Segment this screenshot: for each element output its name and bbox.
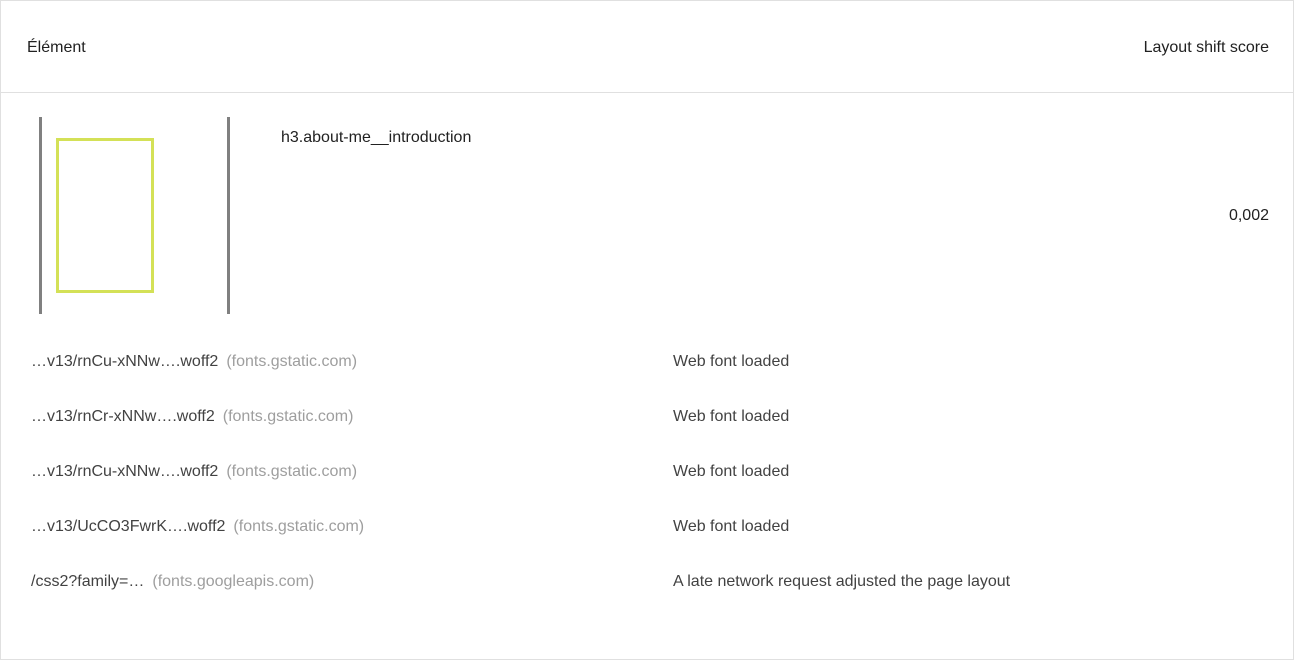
table-row: …v13/UcCO3FwrK….woff2 (fonts.gstatic.com)… xyxy=(31,518,1271,540)
resource-url-link[interactable]: …v13/rnCr-xNNw….woff2 xyxy=(31,408,215,425)
resource-host: (fonts.gstatic.com) xyxy=(233,518,365,535)
node-selector-label[interactable]: h3.about-me__introduction xyxy=(281,129,471,147)
shift-reason: Web font loaded xyxy=(673,408,790,425)
shift-reason: Web font loaded xyxy=(673,518,790,535)
resource-url-link[interactable]: /css2?family=… xyxy=(31,573,144,590)
resource-host: (fonts.googleapis.com) xyxy=(152,573,315,590)
element-screenshot-thumbnail xyxy=(39,117,230,314)
resource-host: (fonts.gstatic.com) xyxy=(226,353,358,370)
resource-url-link[interactable]: …v13/rnCu-xNNw….woff2 xyxy=(31,463,218,480)
resource-url-link[interactable]: …v13/rnCu-xNNw….woff2 xyxy=(31,353,218,370)
table-row: …v13/rnCr-xNNw….woff2 (fonts.gstatic.com)… xyxy=(31,408,1271,430)
column-header-score: Layout shift score xyxy=(1143,39,1269,56)
shift-highlight-box xyxy=(56,138,154,293)
table-row: …v13/rnCu-xNNw….woff2 (fonts.gstatic.com)… xyxy=(31,353,1271,375)
resource-url-link[interactable]: …v13/UcCO3FwrK….woff2 xyxy=(31,518,225,535)
layout-shift-table: Élément Layout shift score h3.about-me__… xyxy=(0,0,1294,660)
resource-host: (fonts.gstatic.com) xyxy=(222,408,354,425)
table-row: /css2?family=… (fonts.googleapis.com) A l… xyxy=(31,573,1271,595)
shift-reason: Web font loaded xyxy=(673,463,790,480)
table-row: …v13/rnCu-xNNw….woff2 (fonts.gstatic.com)… xyxy=(31,463,1271,485)
table-header: Élément Layout shift score xyxy=(1,1,1293,93)
resource-host: (fonts.gstatic.com) xyxy=(226,463,358,480)
shift-reason: Web font loaded xyxy=(673,353,790,370)
layout-shift-score: 0,002 xyxy=(1228,207,1269,224)
shift-reason: A late network request adjusted the page… xyxy=(673,573,1011,590)
column-header-element: Élément xyxy=(27,39,86,56)
